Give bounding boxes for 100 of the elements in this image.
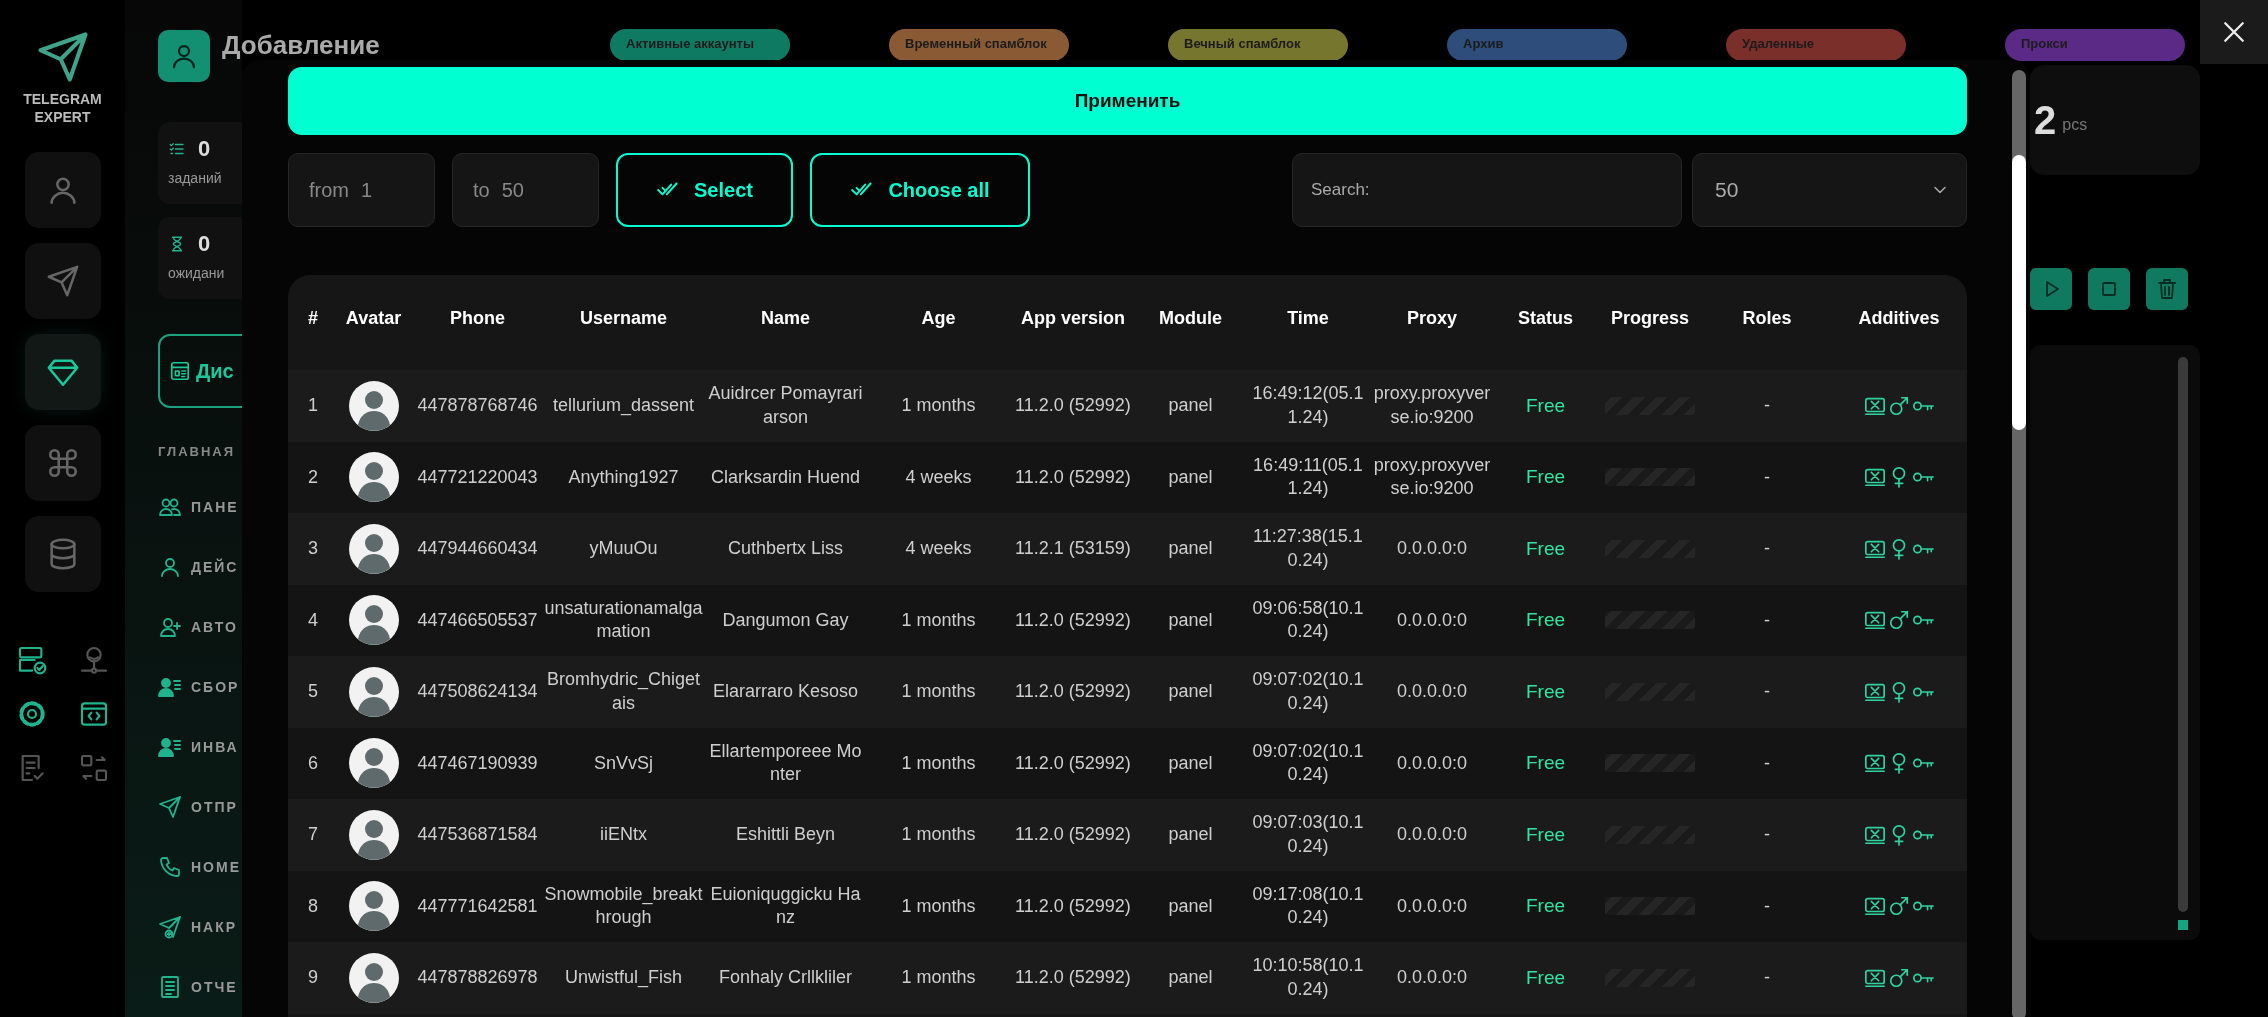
apply-button[interactable]: Применить [288,67,1967,135]
column-header[interactable]: Progress [1597,308,1703,329]
table-cell-text: 16:49:12(05.11.24) [1251,382,1365,429]
column-header[interactable]: Time [1246,308,1370,329]
delete-button[interactable] [2146,268,2188,310]
play-button[interactable] [2030,268,2072,310]
nav-item[interactable]: СБОР [158,657,242,717]
stat-label: заданий [168,170,223,186]
table-cell-text: Dangumon Gay [721,608,850,632]
column-header[interactable]: Additives [1831,308,1967,329]
avatar-icon [348,809,399,860]
column-header[interactable]: # [292,308,334,329]
status-label: Free [1525,609,1566,632]
table-cell-text: - [1763,608,1771,632]
table-cell-text: iiENtx [599,823,648,847]
page-size-select[interactable]: 50 [1692,153,1967,227]
table-cell-text: 16:49:11(05.11.24) [1252,453,1364,501]
table-cell-text: 1 months [900,751,977,775]
table-cell-text: 11:27:38(15.10.24) [1252,525,1364,572]
nav-item[interactable]: ИНВА [158,717,242,777]
avatar-icon [348,380,399,431]
table-cell-text: 447466505537 [416,608,539,632]
choose-all-button[interactable]: Choose all [810,153,1030,227]
column-header[interactable]: Avatar [334,308,413,329]
row-number: 6 [307,751,319,775]
avatar-icon [348,666,399,717]
column-header[interactable]: Roles [1703,308,1831,329]
brand-name: TELEGRAM EXPERT [22,90,103,127]
table-cell-text: 1 months [900,966,977,990]
close-button[interactable] [2200,0,2268,64]
table-cell-text: Eshittli Beyn [734,823,836,847]
range-from-field[interactable]: from 1 [288,153,435,227]
status-label: Free [1525,823,1566,846]
male-icon [1888,966,1910,989]
scrollbar[interactable] [2178,357,2188,912]
table-cell-text: 09:07:03(10.10.24) [1251,811,1365,858]
table-cell-text: Clarksardin Huend [709,465,862,489]
table-cell-text: 1 months [900,680,977,704]
resize-handle[interactable] [2178,920,2188,930]
range-to-field[interactable]: to 50 [452,153,599,227]
row-number: 9 [307,966,319,990]
range-to-input[interactable]: 50 [501,178,552,202]
nav-item[interactable]: ПАНЕ [158,477,242,537]
table-cell-text: - [1763,465,1771,489]
scrollbar[interactable] [2012,70,2026,1017]
status-tab[interactable]: Вечный спамблок [1168,29,1348,61]
column-header[interactable]: Username [542,308,705,329]
stop-button[interactable] [2088,268,2130,310]
nav-item[interactable]: НОМЕ [158,837,242,897]
table-cell-text: Auidrcer Pomayrariarson [707,382,864,429]
table-cell-text: 447508624134 [416,680,539,704]
table-cell-text: - [1763,394,1771,418]
stat-value: 0 [198,231,211,258]
rail-button[interactable] [24,334,101,411]
table-cell-text: panel [1167,394,1214,418]
column-header[interactable]: Proxy [1370,308,1494,329]
table-cell-text: unsaturationamalgamation [543,596,704,644]
column-header[interactable]: Phone [413,308,542,329]
column-header[interactable]: App version [1011,308,1135,329]
nav-item[interactable]: АВТО [158,597,242,657]
table-cell-text: tellurium_dassent [551,394,696,418]
table-cell-text: 0.0.0.0:0 [1395,894,1469,918]
table-cell-text: 447721220043 [416,465,539,489]
table-cell-text: panel [1167,751,1214,775]
column-header[interactable]: Module [1135,308,1246,329]
report-icon [158,975,182,999]
table-cell-text: 11.2.0 (52992) [1014,608,1132,632]
send-plus-icon [158,915,182,939]
table-cell-text: 0.0.0.0:0 [1395,608,1469,632]
column-header[interactable]: Name [705,308,866,329]
search-field[interactable]: Search: [1292,153,1682,227]
avatar-icon [348,595,399,646]
send-icon [158,795,182,819]
nav-item[interactable]: НАКР [158,897,242,957]
screen-x-icon [1864,466,1886,489]
table-cell-text: 11.2.0 (52992) [1014,966,1132,990]
table-cell-text: panel [1167,680,1214,704]
table-cell-text: 09:06:58(10.10.24) [1251,596,1365,644]
nav-item[interactable]: ОТЧЕ [158,957,242,1017]
table-cell-text: 11.2.0 (52992) [1014,823,1132,847]
status-label: Free [1525,537,1566,560]
avatar-icon [348,452,399,503]
row-number: 5 [307,680,319,704]
screen-x-icon [1864,609,1886,632]
nav-item[interactable]: ОТПР [158,777,242,837]
range-from-input[interactable]: 1 [361,178,411,202]
avatar-icon [348,738,399,789]
count-unit: pcs [2062,116,2088,134]
screen-x-icon [1864,752,1886,775]
nav-item[interactable]: ДЕЙС [158,537,242,597]
table-cell-text: 09:17:08(10.10.24) [1251,882,1365,930]
select-button[interactable]: Select [616,153,793,227]
table-cell-text: 10:10:58(10.10.24) [1251,954,1365,1001]
table-cell-text: - [1763,894,1771,918]
section-heading: ГЛАВНАЯ [158,444,237,459]
table-cell-text: panel [1167,823,1214,847]
column-header[interactable]: Age [866,308,1011,329]
column-header[interactable]: Status [1494,308,1597,329]
table-cell-text: panel [1167,537,1214,561]
stat-value: 0 [198,136,211,162]
